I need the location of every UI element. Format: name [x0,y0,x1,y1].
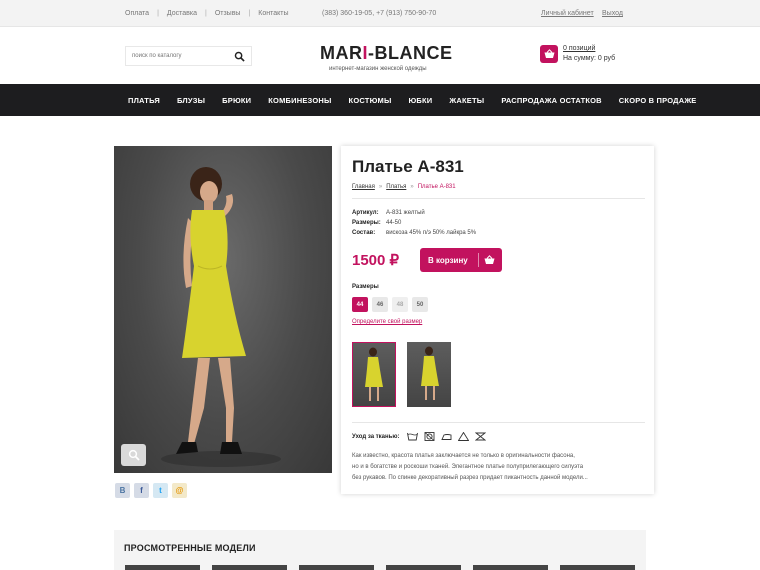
size-guide-link[interactable]: Определите свой размер [352,319,422,325]
zoom-button[interactable] [121,444,146,466]
search-box [125,46,252,66]
iron-icon [441,434,452,440]
divider [352,422,645,423]
logo-text-2: -BLANCE [368,43,453,63]
button-divider [478,253,479,267]
nav-item-jackets[interactable]: ЖАКЕТЫ [449,96,484,105]
logo-text-1: MAR [320,43,363,63]
viewed-thumbnail[interactable] [125,565,200,570]
product-thumbnail[interactable] [352,342,396,407]
top-bar: Оплата | Доставка | Отзывы | Контакты (3… [0,0,760,27]
separator: | [204,10,207,17]
nav-item-blouses[interactable]: БЛУЗЫ [177,96,205,105]
link-payment[interactable]: Оплата [125,10,149,17]
nav-item-trousers[interactable]: БРЮКИ [222,96,251,105]
viewed-thumbnail[interactable] [473,565,548,570]
property-key: Артикул: [352,210,379,216]
product-price: 1500 ₽ [352,252,400,269]
sizes-label: Размеры [352,284,379,290]
link-contacts[interactable]: Контакты [258,10,288,17]
breadcrumb-current: Платье А-831 [417,184,456,190]
cart-sum: На сумму: 0 руб [563,55,616,62]
logout-link[interactable]: Выход [602,10,623,17]
nav-item-skirts[interactable]: ЮБКИ [409,96,433,105]
viewed-thumbnail[interactable] [386,565,461,570]
care-instructions: Уход за тканью: [352,432,487,441]
model-figure [161,167,281,467]
size-option[interactable]: 50 [412,297,428,312]
description-line: но и в богатстве и роскоши тканей. Элега… [352,464,584,470]
breadcrumb-home[interactable]: Главная [352,184,375,190]
dry-clean-icon [425,432,435,441]
breadcrumb: Главная » Платья » Платье А-831 [352,184,456,190]
nav-item-suits[interactable]: КОСТЮМЫ [349,96,392,105]
nav-item-dresses[interactable]: ПЛАТЬЯ [128,96,160,105]
top-links: Оплата | Доставка | Отзывы | Контакты [125,10,289,17]
nav-item-coming-soon[interactable]: СКОРО В ПРОДАЖЕ [619,96,697,105]
size-option[interactable]: 44 [352,297,368,312]
product-photo[interactable] [114,146,332,473]
viewed-thumbnail[interactable] [299,565,374,570]
main-nav: ПЛАТЬЯ БЛУЗЫ БРЮКИ КОМБИНЕЗОНЫ КОСТЮМЫ Ю… [0,84,760,116]
breadcrumb-arrow: » [410,184,414,190]
size-selector: 44 46 48 50 [352,297,428,312]
breadcrumb-arrow: » [378,184,383,190]
product-thumbnail[interactable] [407,342,451,407]
basket-icon [484,255,495,264]
property-value: А-831 желтый [386,210,425,216]
separator: | [248,10,251,17]
viewed-thumbnail[interactable] [212,565,287,570]
twitter-icon[interactable]: t [153,483,168,498]
search-input[interactable] [126,47,226,65]
description-line: без рукавов. По спинке декоративный разр… [352,475,588,481]
size-option: 48 [392,297,408,312]
cart-count[interactable]: 0 позиций [563,45,595,52]
phone-numbers: (383) 360-19-05, +7 (913) 750-90-70 [322,10,437,17]
product-description: Как известно, красота платья заключается… [352,451,642,484]
property-value: вискоза 45% п/э 50% лайкра 5% [386,230,477,236]
logo[interactable]: MARI-BLANCE [320,43,453,64]
property-value: 44-50 [386,220,402,226]
vk-icon[interactable]: B [115,483,130,498]
account-link[interactable]: Личный кабинет [541,10,594,17]
separator: | [157,10,159,17]
tagline: интернет-магазин женской одежды [329,66,427,72]
divider [352,198,645,199]
property-key: Состав: [352,230,376,236]
link-delivery[interactable]: Доставка [167,10,197,17]
description-line: Как известно, красота платья заключается… [352,453,575,459]
nav-item-sale[interactable]: РАСПРОДАЖА ОСТАТКОВ [501,96,601,105]
search-icon[interactable] [234,51,245,62]
bleach-icon [458,432,470,441]
no-tumble-dry-icon [475,432,487,441]
zoom-icon [128,449,140,461]
social-share: B f t @ [115,483,187,498]
mail-icon[interactable]: @ [172,483,187,498]
breadcrumb-dresses[interactable]: Платья [386,184,406,190]
property-row: Размеры: 44-50 [352,218,476,228]
link-reviews[interactable]: Отзывы [215,10,241,17]
viewed-thumbnail[interactable] [560,565,635,570]
facebook-icon[interactable]: f [134,483,149,498]
add-to-cart-label: В корзину [428,255,468,265]
viewed-models-title: ПРОСМОТРЕННЫЕ МОДЕЛИ [124,543,256,553]
wash-icon [407,432,419,441]
basket-icon[interactable] [540,45,558,63]
property-row: Артикул: А-831 желтый [352,208,476,218]
product-title: Платье А-831 [352,157,464,176]
property-row: Состав: вискоза 45% п/э 50% лайкра 5% [352,228,476,238]
size-option[interactable]: 46 [372,297,388,312]
add-to-cart-button[interactable]: В корзину [420,248,502,272]
care-label: Уход за тканью: [352,433,400,440]
property-key: Размеры: [352,220,381,226]
nav-item-jumpsuits[interactable]: КОМБИНЕЗОНЫ [268,96,331,105]
product-properties: Артикул: А-831 желтый Размеры: 44-50 Соста… [352,208,476,238]
